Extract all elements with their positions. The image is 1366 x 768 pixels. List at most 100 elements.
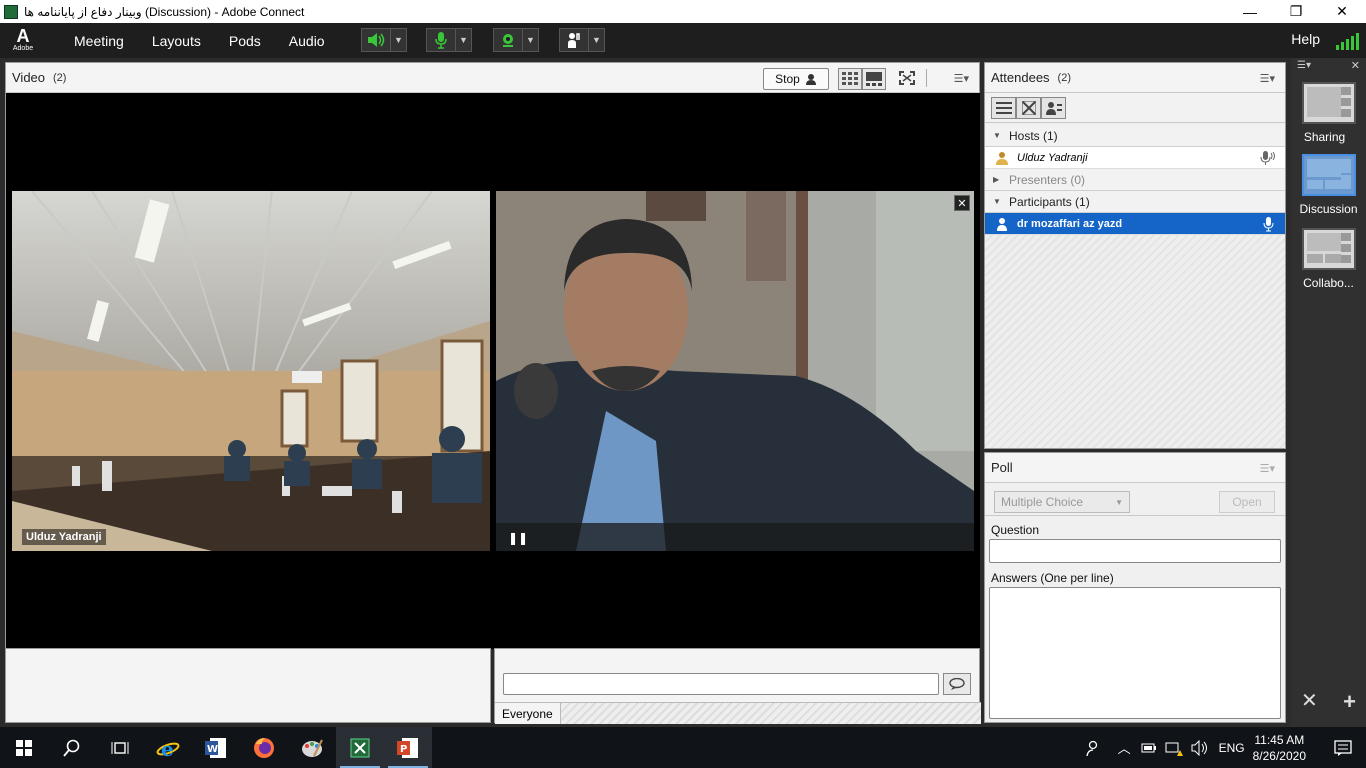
- filmstrip-view-button[interactable]: [862, 68, 886, 90]
- search-button[interactable]: [48, 727, 96, 768]
- menu-pods[interactable]: Pods: [229, 33, 261, 49]
- word-icon: W: [205, 737, 226, 758]
- microphone-button[interactable]: [426, 28, 456, 52]
- video-pod-menu-icon[interactable]: ☰▾: [954, 72, 969, 85]
- input-language-indicator[interactable]: ENG: [1219, 741, 1245, 755]
- participant-user-icon: [997, 217, 1007, 231]
- pause-video-icon[interactable]: ❚❚: [508, 531, 528, 545]
- menu-layouts[interactable]: Layouts: [152, 33, 201, 49]
- status-dropdown-button[interactable]: ▼: [589, 28, 605, 52]
- chat-pod: Everyone: [494, 648, 981, 724]
- video-pod-count: (2): [53, 71, 67, 84]
- layout-discussion[interactable]: Discussion: [1291, 154, 1366, 216]
- start-button[interactable]: [0, 727, 48, 768]
- tools-icon[interactable]: ✕: [1301, 688, 1318, 713]
- speaker-dropdown-button[interactable]: ▼: [391, 28, 407, 52]
- chat-tab-everyone[interactable]: Everyone: [495, 703, 561, 724]
- answers-textarea[interactable]: [989, 587, 1281, 719]
- webcam-button[interactable]: [493, 28, 523, 52]
- show-hidden-icons-chevron-icon[interactable]: ︿: [1118, 738, 1131, 757]
- task-view-icon: [111, 741, 129, 754]
- poll-pod-header: Poll ☰▾: [985, 453, 1285, 483]
- adobe-logo: A Adobe: [12, 26, 34, 52]
- layouts-menu-icon[interactable]: ☰▾: [1297, 60, 1311, 71]
- hosts-section[interactable]: ▼ Hosts (1): [985, 125, 1285, 147]
- people-icon[interactable]: [1084, 740, 1100, 756]
- task-view-button[interactable]: [96, 727, 144, 768]
- list-view-button[interactable]: [991, 96, 1016, 119]
- filmstrip-view-icon: [866, 72, 882, 86]
- system-tray: ︿ ENG 11:45 AM 8/26/2020: [1084, 727, 1366, 768]
- minimize-button[interactable]: —: [1227, 0, 1273, 23]
- attendees-pod-title: Attendees: [991, 70, 1050, 85]
- fullscreen-icon[interactable]: [899, 71, 915, 85]
- svg-text:e: e: [161, 737, 174, 760]
- attendees-pod-menu-icon[interactable]: ☰▾: [1260, 72, 1275, 85]
- taskbar-internet-explorer[interactable]: e: [144, 727, 192, 768]
- svg-text:W: W: [207, 744, 218, 755]
- poll-type-select[interactable]: Multiple Choice ▼: [994, 491, 1130, 513]
- raise-hand-button[interactable]: [559, 28, 589, 52]
- menu-meeting[interactable]: Meeting: [74, 33, 124, 49]
- add-layout-icon[interactable]: +: [1343, 689, 1356, 715]
- stop-webcam-button[interactable]: Stop: [763, 68, 829, 90]
- close-video-icon[interactable]: ✕: [954, 195, 970, 211]
- poll-divider: [985, 515, 1285, 516]
- video-pod: Video (2) Stop ☰▾ Ulduz Yadranji ✕ ❚❚: [5, 62, 980, 649]
- speaker-icon: [368, 33, 385, 47]
- taskbar-adobe-connect[interactable]: [336, 727, 384, 768]
- chat-message-input[interactable]: [503, 673, 939, 695]
- person-icon: [805, 74, 816, 85]
- window-title-bar: وبینار دفاع از پایاننامه ها (Discussion)…: [0, 0, 1366, 23]
- attendees-pod-header: Attendees (2) ☰▾: [985, 63, 1285, 93]
- layout-sharing[interactable]: Sharing: [1291, 82, 1366, 144]
- send-message-button[interactable]: [943, 673, 971, 695]
- layout-sharing-label: Sharing: [1303, 130, 1346, 144]
- maximize-button[interactable]: ❐: [1273, 0, 1319, 23]
- taskbar-word[interactable]: W: [192, 727, 240, 768]
- taskbar-firefox[interactable]: [240, 727, 288, 768]
- grid-view-button[interactable]: [838, 68, 862, 90]
- attendees-count: (2): [1057, 71, 1071, 84]
- layout-sharing-thumbnail: [1301, 82, 1356, 124]
- question-label: Question: [991, 523, 1040, 537]
- menu-audio[interactable]: Audio: [289, 33, 325, 49]
- close-layouts-icon[interactable]: ✕: [1351, 59, 1360, 72]
- help-menu[interactable]: Help: [1291, 31, 1320, 47]
- poll-open-button[interactable]: Open: [1219, 491, 1275, 513]
- windows-icon: [16, 739, 32, 756]
- video-tile-participant[interactable]: ✕ ❚❚: [496, 191, 974, 551]
- network-warning-icon[interactable]: [1165, 740, 1183, 756]
- battery-icon[interactable]: [1141, 742, 1157, 754]
- status-view-button[interactable]: [1041, 96, 1066, 119]
- microphone-icon: [435, 32, 447, 49]
- breakout-view-button[interactable]: [1016, 96, 1041, 119]
- webcam-dropdown-button[interactable]: ▼: [523, 28, 539, 52]
- attendee-name: Ulduz Yadranji: [1017, 151, 1088, 164]
- participants-section[interactable]: ▼ Participants (1): [985, 191, 1285, 213]
- speaker-button[interactable]: [361, 28, 391, 52]
- poll-pod-menu-icon[interactable]: ☰▾: [1260, 462, 1275, 475]
- action-center-button[interactable]: [1320, 727, 1366, 768]
- taskbar-powerpoint[interactable]: P: [384, 727, 432, 768]
- notification-icon: [1334, 739, 1352, 756]
- clock-date: 8/26/2020: [1252, 748, 1306, 763]
- layout-collaboration[interactable]: Collabo...: [1291, 228, 1366, 290]
- question-input[interactable]: [989, 539, 1281, 563]
- video-view-buttons: [838, 68, 886, 90]
- attendee-row-participant[interactable]: dr mozaffari az yazd: [985, 213, 1285, 235]
- attendees-pod: Attendees (2) ☰▾ ▼ Hosts (1) Ulduz Yadra…: [984, 62, 1286, 449]
- presenters-section[interactable]: ▶ Presenters (0): [985, 169, 1285, 191]
- volume-icon[interactable]: [1191, 739, 1209, 756]
- poll-pod-title: Poll: [991, 460, 1013, 475]
- taskbar-paint[interactable]: [288, 727, 336, 768]
- clock[interactable]: 11:45 AM 8/26/2020: [1253, 732, 1306, 764]
- collapse-triangle-icon: ▼: [993, 131, 1001, 140]
- microphone-dropdown-button[interactable]: ▼: [456, 28, 472, 52]
- attendee-row-host[interactable]: Ulduz Yadranji: [985, 147, 1285, 169]
- app-menubar: A Adobe Meeting Layouts Pods Audio: [0, 23, 1366, 58]
- close-window-button[interactable]: ✕: [1319, 0, 1365, 23]
- speaker-control: ▼: [361, 28, 407, 52]
- adobe-connect-icon: [350, 738, 370, 757]
- video-tile-host[interactable]: Ulduz Yadranji: [12, 191, 490, 551]
